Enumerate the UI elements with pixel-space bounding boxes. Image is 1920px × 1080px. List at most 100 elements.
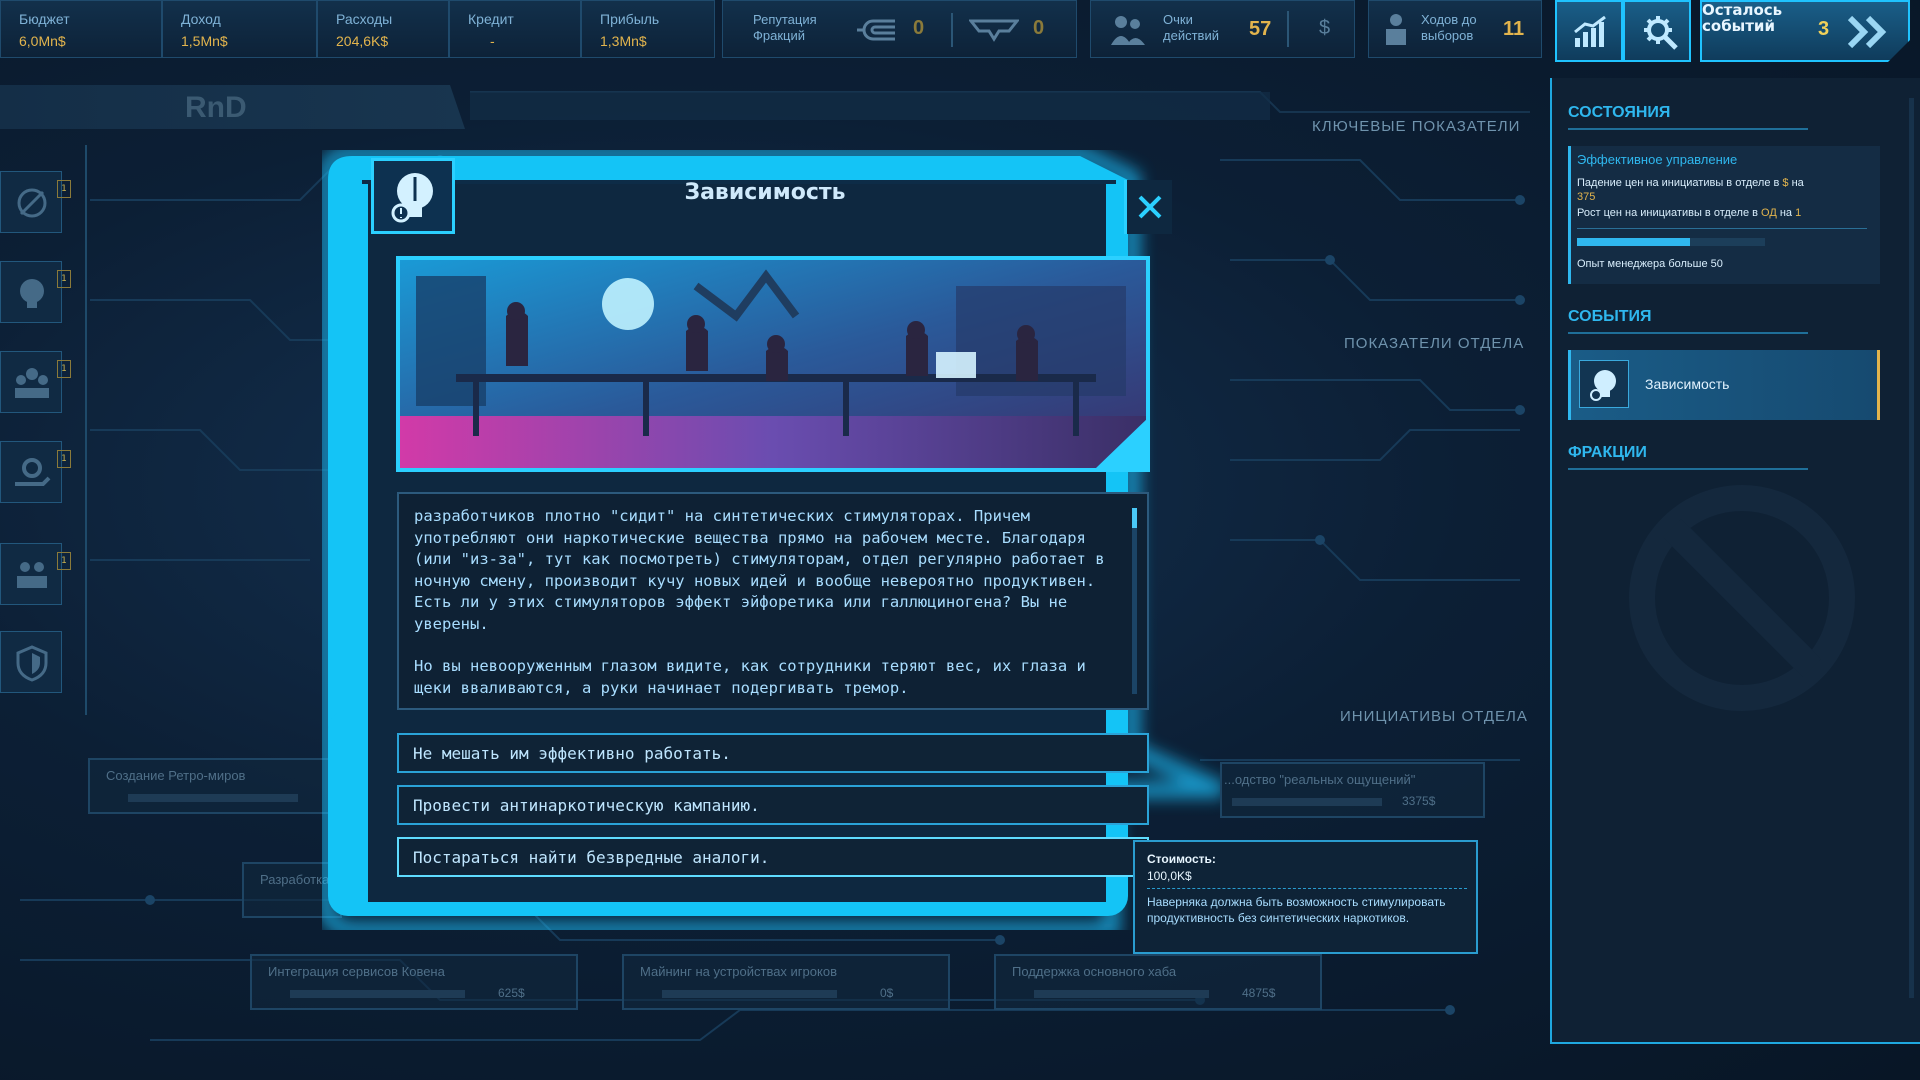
initiative-title: Создание Ретро-миров	[106, 768, 246, 783]
initiative-card[interactable]: Интеграция сервисов Ковена 625$	[250, 954, 578, 1010]
rnd-head-icon	[1590, 370, 1616, 401]
state-title: Эффективное управление	[1577, 152, 1738, 167]
text-scrollbar[interactable]	[1132, 508, 1137, 694]
state-effect-currency: ОД	[1761, 207, 1777, 219]
divider	[1568, 332, 1808, 334]
close-icon	[1138, 195, 1162, 219]
initiative-title: ...одство "реальных ощущений"	[1224, 772, 1416, 787]
choice-label: Постараться найти безвредные аналоги.	[413, 848, 770, 867]
initiative-progress	[662, 990, 837, 998]
choice-button-3[interactable]: Постараться найти безвредные аналоги.	[397, 837, 1149, 877]
budget-stat: Бюджет 6,0Mn$	[0, 0, 162, 58]
state-effect-value: 375	[1577, 191, 1596, 203]
left-tab-5[interactable]: 1	[0, 543, 71, 605]
left-tab-3[interactable]: 1	[0, 351, 71, 413]
state-card[interactable]: Эффективное управление Падение цен на ин…	[1568, 146, 1880, 284]
left-tab-6[interactable]	[0, 631, 62, 693]
rnd-head-icon	[20, 279, 44, 308]
initiative-progress	[1232, 798, 1382, 806]
left-tab-badge: 1	[57, 450, 71, 468]
key-indicators-header: КЛЮЧЕВЫЕ ПОКАЗАТЕЛИ	[1312, 118, 1521, 135]
team-icon	[15, 368, 49, 398]
faction-rep-value-2: 0	[1033, 17, 1045, 39]
currency-icon[interactable]: $	[1319, 17, 1330, 40]
text-scrollbar-thumb[interactable]	[1132, 508, 1137, 528]
chart-icon	[1574, 16, 1606, 47]
state-effect-value: 1	[1795, 207, 1802, 219]
state-effect-text: на	[1788, 177, 1804, 189]
modal-emblem	[371, 158, 455, 234]
divider	[1147, 888, 1467, 889]
modal-title: Зависимость	[684, 180, 846, 205]
credit-label: Кредит	[468, 11, 514, 27]
factions-header: ФРАКЦИИ	[1568, 444, 1647, 461]
right-panel: СОСТОЯНИЯ Эффективное управление Падение…	[1550, 78, 1920, 1044]
initiative-progress	[1034, 990, 1209, 998]
rnd-head-icon	[391, 173, 433, 223]
people-icon	[1111, 16, 1145, 45]
initiative-title: Поддержка основного хаба	[1012, 964, 1177, 979]
budget-value: 6,0Mn$	[19, 33, 66, 49]
choice-button-2[interactable]: Провести антинаркотическую кампанию.	[397, 785, 1149, 825]
initiative-card[interactable]: ...одство "реальных ощущений" 3375$	[1220, 762, 1485, 818]
initiative-progress	[128, 794, 298, 802]
people-icon	[17, 562, 47, 588]
divider	[1568, 128, 1808, 130]
event-item[interactable]: Зависимость	[1568, 350, 1880, 420]
budget-label: Бюджет	[19, 11, 70, 27]
choice-button-1[interactable]: Не мешать им эффективно работать.	[397, 733, 1149, 773]
statistics-button[interactable]	[1555, 0, 1623, 62]
turns-label-2: выборов	[1421, 28, 1474, 43]
state-effect-text: Падение цен на инициативы в отделе в	[1577, 177, 1783, 189]
choice-label: Провести антинаркотическую кампанию.	[413, 796, 760, 815]
turns-label-1: Ходов до	[1421, 12, 1477, 27]
divider	[1287, 11, 1289, 47]
faction-rep-value-1: 0	[913, 17, 925, 39]
event-text-paragraph-1: разработчиков плотно "сидит" на синтетич…	[414, 507, 1105, 633]
profit-stat: Прибыль 1,3Mn$	[581, 0, 715, 58]
left-tab-2[interactable]: 1	[0, 261, 71, 323]
divider	[951, 13, 953, 47]
event-icon-frame	[1579, 360, 1629, 408]
state-effect-text: на	[1776, 207, 1796, 219]
settings-button[interactable]	[1623, 0, 1691, 62]
watermark-emblem-icon	[1629, 485, 1855, 711]
panel-scrollbar[interactable]	[1909, 98, 1914, 998]
tooltip-description: Наверняка должна быть возможность стимул…	[1147, 895, 1446, 925]
left-tab-4[interactable]: 1	[0, 441, 71, 503]
initiative-title: Разработка	[260, 872, 330, 887]
initiative-card[interactable]: Создание Ретро-миров	[88, 758, 338, 814]
action-points-value: 57	[1249, 18, 1272, 40]
state-progress-track	[1577, 238, 1765, 246]
divider	[1577, 228, 1867, 229]
credit-stat: Кредит -	[449, 0, 581, 58]
state-effect-1: Падение цен на инициативы в отделе в $ н…	[1577, 176, 1872, 204]
left-tab-column: 1 1 1 1 1	[0, 145, 87, 715]
faction-reputation-stat[interactable]: Репутация Фракций 0 0	[722, 0, 1077, 58]
left-tab-1[interactable]: 1	[0, 171, 71, 233]
credit-value: -	[490, 33, 495, 49]
faction-emblem-1-icon	[857, 19, 895, 41]
initiative-value: 0$	[880, 986, 894, 1000]
profit-value: 1,3Mn$	[600, 33, 647, 49]
tooltip-cost-value: 100,0K$	[1147, 869, 1192, 883]
initiative-card[interactable]: Поддержка основного хаба 4875$	[994, 954, 1322, 1010]
state-effect-text: Рост цен на инициативы в отделе в	[1577, 207, 1762, 219]
faction-rep-label-1: Репутация	[753, 12, 817, 27]
expenses-label: Расходы	[336, 11, 393, 27]
close-button[interactable]	[1124, 180, 1172, 234]
faction-rep-label-2: Фракций	[753, 28, 805, 43]
divider	[1568, 468, 1808, 470]
initiative-title: Майнинг на устройствах игроков	[640, 964, 837, 979]
dept-initiatives-header: ИНИЦИАТИВЫ ОТДЕЛА	[1340, 708, 1528, 725]
profit-label: Прибыль	[600, 11, 660, 27]
faction-emblem-2-icon	[969, 19, 1019, 42]
left-tab-badge: 1	[57, 180, 71, 198]
events-header: СОБЫТИЯ	[1568, 308, 1652, 325]
next-turn-button[interactable]: Осталось событий 3	[1700, 0, 1910, 62]
initiative-card[interactable]: Майнинг на устройствах игроков 0$	[622, 954, 950, 1010]
shield-icon	[16, 645, 48, 682]
initiative-progress	[290, 990, 465, 998]
initiative-value: 625$	[498, 986, 525, 1000]
states-header: СОСТОЯНИЯ	[1568, 104, 1671, 121]
